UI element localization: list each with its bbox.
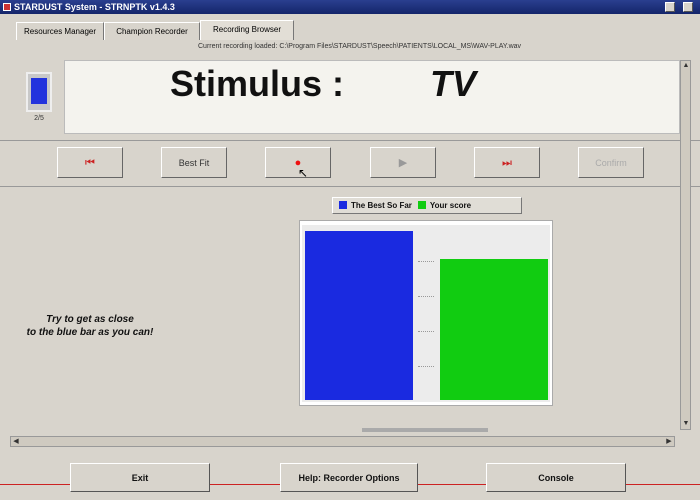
skip-forward-icon: ⏭ (502, 157, 512, 169)
horizontal-scrollbar[interactable]: ◀ ▶ (10, 436, 675, 447)
app-icon (3, 3, 11, 11)
close-button[interactable] (683, 2, 693, 12)
vertical-scrollbar[interactable]: ▲ ▼ (680, 60, 691, 430)
gridline (418, 296, 434, 297)
scroll-left-icon[interactable]: ◀ (11, 437, 21, 447)
tab-label: Recording Browser (212, 25, 282, 34)
tab-recording-browser[interactable]: Recording Browser (200, 20, 294, 40)
divider (0, 140, 700, 141)
stimulus-panel (64, 60, 680, 134)
play-button[interactable]: ▶ (370, 147, 436, 178)
console-button[interactable]: Console (486, 463, 626, 492)
level-indicator-label: 2/5 (34, 115, 44, 122)
recording-path-text: Current recording loaded: C:\Program Fil… (198, 43, 522, 50)
legend-label-score: Your score (429, 201, 472, 210)
legend-label-best: The Best So Far (351, 201, 412, 210)
skip-back-icon: ⏮ (85, 157, 95, 169)
tab-label: Champion Recorder (116, 27, 188, 36)
scroll-up-icon[interactable]: ▲ (681, 61, 691, 71)
bar-your-score (440, 259, 548, 400)
window-title: STARDUST System - STRNPTK v1.4.3 (14, 2, 175, 12)
stimulus-label: Stimulus : (170, 63, 345, 104)
legend-swatch-blue (339, 201, 347, 209)
confirm-label: Confirm (595, 158, 627, 168)
best-fit-button[interactable]: Best Fit (161, 147, 227, 178)
scroll-right-icon[interactable]: ▶ (664, 437, 674, 447)
legend-swatch-green (417, 201, 426, 209)
divider (0, 186, 700, 187)
gridline (418, 261, 434, 262)
exit-button[interactable]: Exit (70, 463, 210, 492)
bar-best-so-far (305, 231, 413, 400)
help-label: Help: Recorder Options (298, 473, 400, 483)
tab-resources-manager[interactable]: Resources Manager (16, 22, 104, 40)
best-fit-label: Best Fit (178, 158, 210, 168)
play-icon: ▶ (398, 157, 408, 169)
exit-label: Exit (131, 473, 149, 483)
mouse-cursor-icon: ↖ (298, 166, 309, 180)
help-recorder-options-button[interactable]: Help: Recorder Options (280, 463, 418, 492)
gridline (418, 366, 434, 367)
scroll-down-icon[interactable]: ▼ (681, 419, 691, 429)
instruction-line-1: Try to get as close (46, 314, 134, 325)
chart-slider-track[interactable] (362, 428, 488, 432)
stimulus-value: TV (430, 63, 477, 104)
window-titlebar: STARDUST System - STRNPTK v1.4.3 (0, 0, 700, 14)
tab-champion-recorder[interactable]: Champion Recorder (104, 22, 200, 40)
console-label: Console (538, 473, 574, 483)
minimize-button[interactable] (665, 2, 675, 12)
last-button[interactable]: ⏭ (474, 147, 540, 178)
chart-legend: The Best So Far Your score (332, 197, 522, 214)
instruction-text: Try to get as close to the blue bar as y… (10, 313, 170, 339)
first-button[interactable]: ⏮ (57, 147, 123, 178)
confirm-button[interactable]: Confirm (578, 147, 644, 178)
level-indicator-fill (31, 78, 47, 104)
gridline (418, 331, 434, 332)
instruction-line-2: to the blue bar as you can! (26, 327, 154, 338)
tab-label: Resources Manager (23, 27, 97, 36)
